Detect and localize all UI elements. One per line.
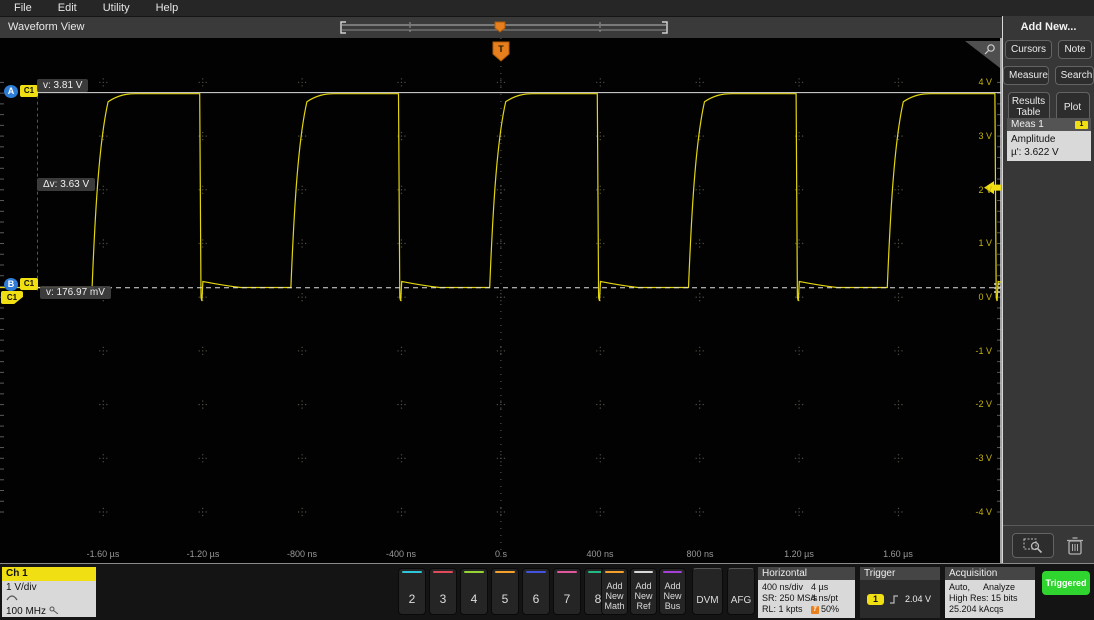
coupling-icon [6,594,18,602]
cursors-button[interactable]: Cursors [1005,40,1052,59]
cursor-a-badge[interactable]: A [4,85,18,98]
rising-edge-icon [889,594,900,605]
trigger-flag[interactable]: T [489,41,513,63]
meas-1-panel[interactable]: Meas 1 1 Amplitude µ': 3.622 V [1007,118,1091,161]
meas-1-title: Meas 1 [1011,119,1044,130]
sidebar: Add New... Cursors Note Measure Search R… [1002,16,1094,563]
measure-button[interactable]: Measure [1003,66,1049,85]
volt-axis-label: 4 V [952,77,992,87]
time-axis-label: 0 s [469,549,533,559]
horizontal-window: 4 µs [811,582,828,593]
trash-button[interactable] [1063,533,1087,558]
trigger-panel[interactable]: Trigger 1 2.04 V [860,567,940,618]
menu-bar: File Edit Utility Help [0,0,1094,16]
add-new-bus-button[interactable]: AddNewBus [659,568,686,615]
trigger-source-badge: 1 [867,594,884,605]
trigger-level: 2.04 V [905,594,931,605]
trigger-title: Trigger [860,567,940,580]
minimap-left-bracket[interactable] [341,22,346,33]
svg-text:T: T [498,44,504,54]
afg-button[interactable]: AFG [727,568,755,615]
cursor-b-channel-badge[interactable]: C1 [20,278,38,290]
channel-1-bandwidth: 100 MHz [6,606,46,617]
zoom-box-icon [1022,537,1044,555]
oscilloscope-app: File Edit Utility Help Waveform View 4 V… [0,0,1094,620]
waveform-view-header: Waveform View [0,16,1002,38]
probe-icon [49,606,59,614]
horizontal-position: 50% [821,604,839,615]
channel-4-button[interactable]: 4 [460,568,488,615]
cursor-b-badge[interactable]: B [4,278,18,291]
time-axis-label: 400 ns [568,549,632,559]
meas-1-header[interactable]: Meas 1 1 [1007,118,1091,131]
dvm-button[interactable]: DVM [692,568,723,615]
time-axis-label: 800 ns [668,549,732,559]
volt-axis-label: -4 V [952,507,992,517]
acquisition-analyze: Analyze [983,582,1015,593]
volt-axis-label: 3 V [952,131,992,141]
zoom-mode-button[interactable] [1012,533,1054,558]
add-new-math-button[interactable]: AddNewMath [601,568,628,615]
volt-axis-label: -2 V [952,399,992,409]
volt-axis-label: 2 V [952,185,992,195]
time-axis-label: -1.20 µs [171,549,235,559]
time-axis-label: -800 ns [270,549,334,559]
time-axis-label: -400 ns [369,549,433,559]
channel-3-button[interactable]: 3 [429,568,457,615]
cursor-a-value: v: 3.81 V [37,79,88,92]
volt-axis-label: 1 V [952,238,992,248]
channel-2-button[interactable]: 2 [398,568,426,615]
cursor-delta-value: Δv: 3.63 V [37,178,95,191]
time-axis-label: 1.20 µs [767,549,831,559]
note-button[interactable]: Note [1058,40,1092,59]
waveform-canvas [0,38,1002,563]
acquisition-mode: Auto, [949,582,970,593]
add-new-ref-button[interactable]: AddNewRef [630,568,657,615]
acquisition-count: 25.204 kAcqs [949,604,1031,615]
volt-axis-label: -1 V [952,346,992,356]
meas-1-source-badge: 1 [1075,121,1088,129]
channel-7-button[interactable]: 7 [553,568,581,615]
sidebar-tools [1003,525,1094,563]
menu-item-file[interactable]: File [14,2,32,14]
channel-1-scale: 1 V/div [6,582,92,594]
minimap-right-bracket[interactable] [662,22,667,33]
scale-grip-handle[interactable] [994,283,1000,293]
horizontal-panel[interactable]: Horizontal 400 ns/div 4 µs SR: 250 MS/s4 … [758,567,855,618]
channel-6-button[interactable]: 6 [522,568,550,615]
add-new-title: Add New... [1003,21,1094,33]
trash-icon [1066,536,1084,556]
horizontal-resolution: 4 ns/pt [811,593,838,604]
cursor-a-channel-badge[interactable]: C1 [20,85,38,97]
search-button[interactable]: Search [1055,66,1094,85]
menu-item-utility[interactable]: Utility [103,2,130,14]
menu-item-edit[interactable]: Edit [58,2,77,14]
view-title: Waveform View [8,21,84,33]
volt-axis-label: -3 V [952,453,992,463]
meas-1-name: Amplitude [1011,133,1087,146]
trigger-position-icon: T [811,606,819,614]
meas-1-value: µ': 3.622 V [1011,146,1087,159]
horizontal-sample-rate: SR: 250 MS/s [762,593,818,603]
horizontal-scale: 400 ns/div [762,582,803,592]
acquisition-resolution: High Res: 15 bits [949,593,1031,604]
bottom-bar: Ch 1 1 V/div 100 MHz 2 3 4 5 6 7 8 [0,563,1094,620]
corner-zoom-handle[interactable] [963,39,1001,69]
waveform-display[interactable]: 4 V 3 V 2 V 1 V 0 V -1 V -2 V -3 V -4 V … [0,38,1002,563]
menu-item-help[interactable]: Help [156,2,179,14]
acquisition-panel[interactable]: Acquisition Auto, Analyze High Res: 15 b… [945,567,1035,618]
time-axis-label: 1.60 µs [866,549,930,559]
cursor-b-value: v: 176.97 mV [40,286,111,299]
horizontal-title: Horizontal [758,567,855,580]
volt-axis-label: 0 V [952,292,992,302]
channel-1-badge[interactable]: Ch 1 1 V/div 100 MHz [2,567,96,617]
channel-5-button[interactable]: 5 [491,568,519,615]
channel-1-title: Ch 1 [2,567,96,581]
horizontal-position-minimap[interactable] [338,21,670,35]
horizontal-record-length: RL: 1 kpts [762,604,803,614]
time-axis-label: -1.60 µs [71,549,135,559]
triggered-status-button[interactable]: Triggered [1042,571,1090,595]
acquisition-title: Acquisition [945,567,1035,580]
